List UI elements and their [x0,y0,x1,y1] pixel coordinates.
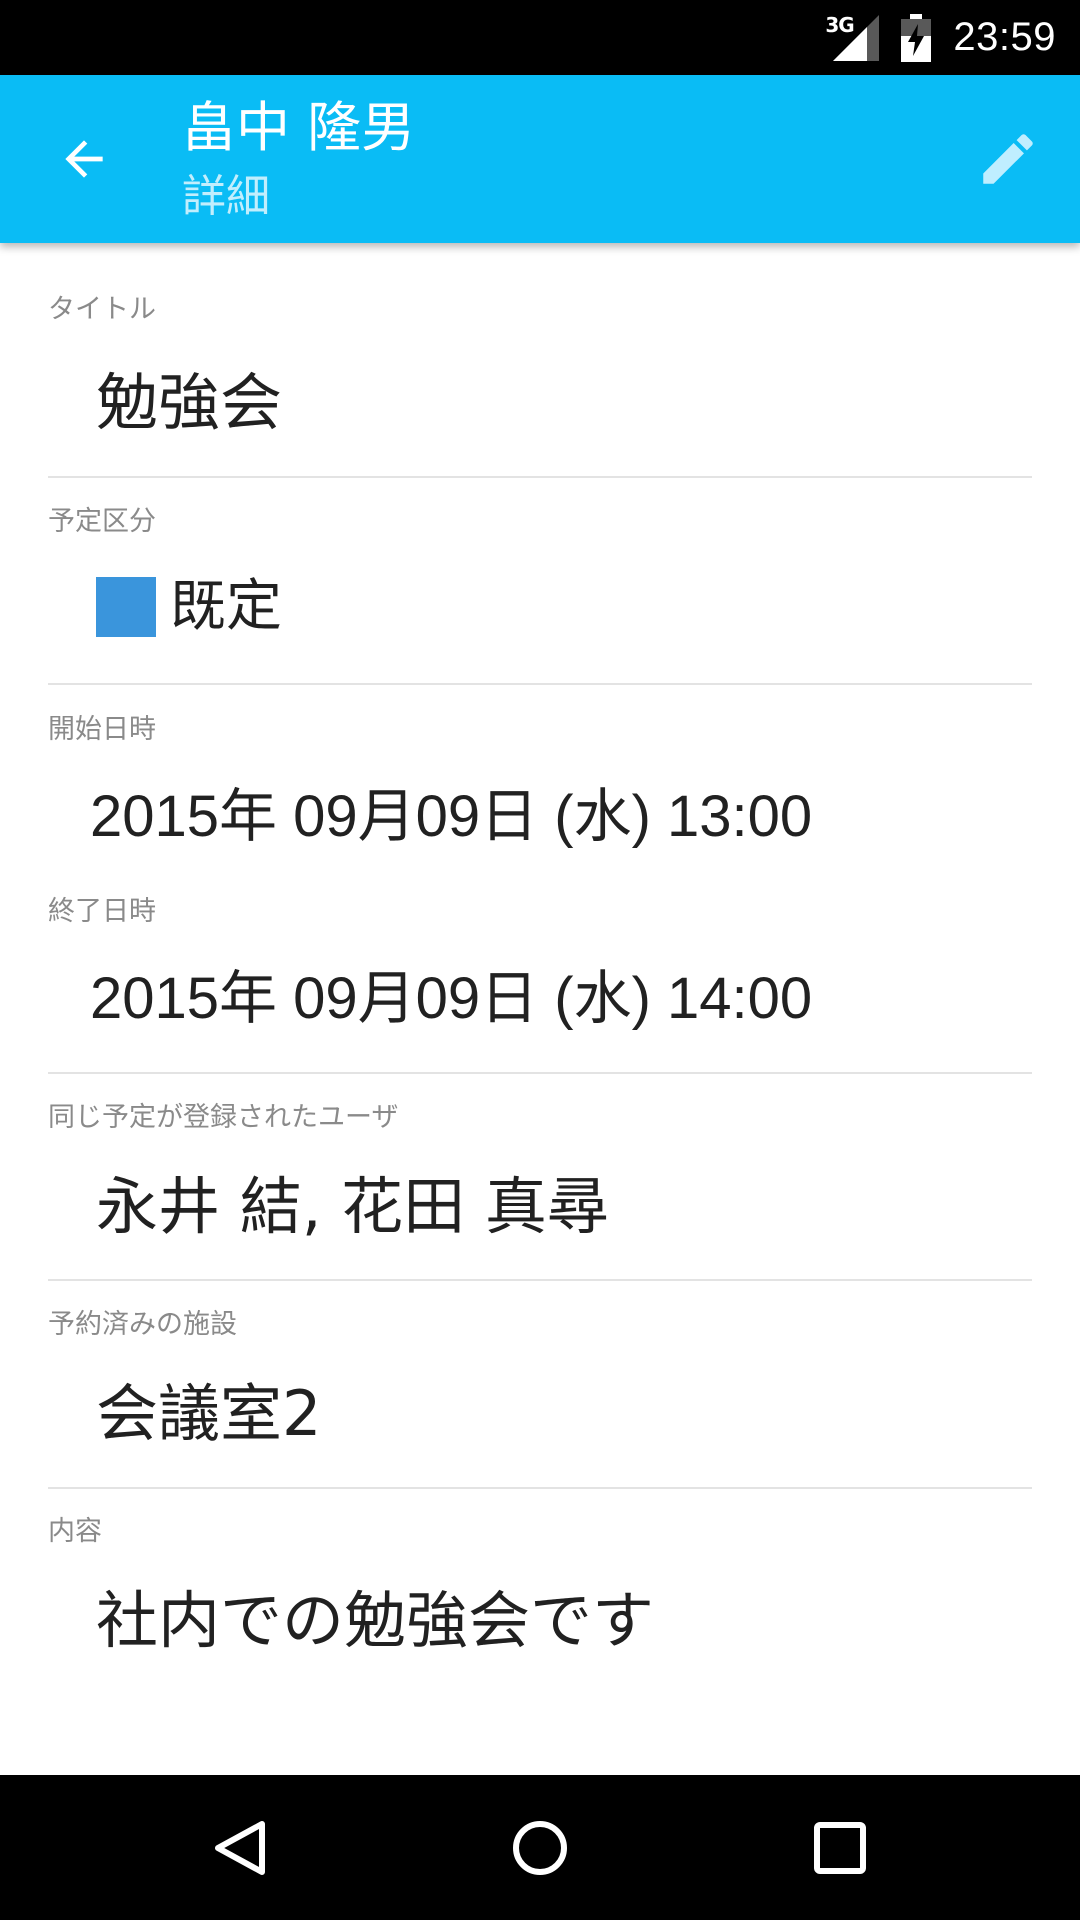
nav-home-button[interactable] [470,1775,610,1920]
status-icons: 3G 23:59 [825,0,1056,75]
edit-pencil-icon [983,134,1033,184]
detail-content: タイトル 勉強会 予定区分 既定 開始日時 2015年 09月09日 (水) 1… [0,243,1080,1775]
nav-recents-button[interactable] [770,1775,910,1920]
title-label: タイトル [48,294,156,325]
signal-icon: 3G [825,12,880,61]
shared-users-value: 永井 結, 花田 真尋 [96,1170,609,1243]
start-datetime-label: 開始日時 [48,714,156,745]
end-datetime-value: 2015年 09月09日 (水) 14:00 [90,966,813,1031]
app-bar: 畠中 隆男 詳細 [0,75,1080,243]
edit-button[interactable] [964,115,1052,203]
facility-value: 会議室2 [96,1377,322,1450]
back-arrow-icon [65,140,103,178]
status-bar: 3G 23:59 [0,0,1080,75]
end-datetime-label: 終了日時 [48,896,156,927]
nav-back-button[interactable] [170,1775,310,1920]
facility-label: 予約済みの施設 [48,1309,237,1340]
divider [48,1072,1032,1074]
nav-back-icon [215,1820,265,1875]
back-button[interactable] [40,115,128,203]
content-label: 内容 [48,1516,102,1547]
status-clock: 23:59 [953,15,1056,59]
page-title: 畠中 隆男 [182,96,416,159]
category-color-swatch [96,577,156,637]
nav-recents-icon [814,1821,866,1874]
system-nav-bar [0,1775,1080,1920]
shared-users-label: 同じ予定が登録されたユーザ [48,1102,399,1133]
category-value: 既定 [170,574,282,639]
page-subtitle: 詳細 [182,171,270,222]
content-value: 社内での勉強会です [96,1584,655,1657]
divider [48,1279,1032,1281]
divider [48,683,1032,685]
start-datetime-value: 2015年 09月09日 (水) 13:00 [90,784,813,849]
divider [48,1487,1032,1489]
nav-home-icon [513,1820,567,1875]
battery-charging-icon [901,13,932,62]
divider [48,476,1032,478]
title-value: 勉強会 [96,366,283,439]
network-type-label: 3G [825,12,854,37]
category-label: 予定区分 [48,506,156,537]
